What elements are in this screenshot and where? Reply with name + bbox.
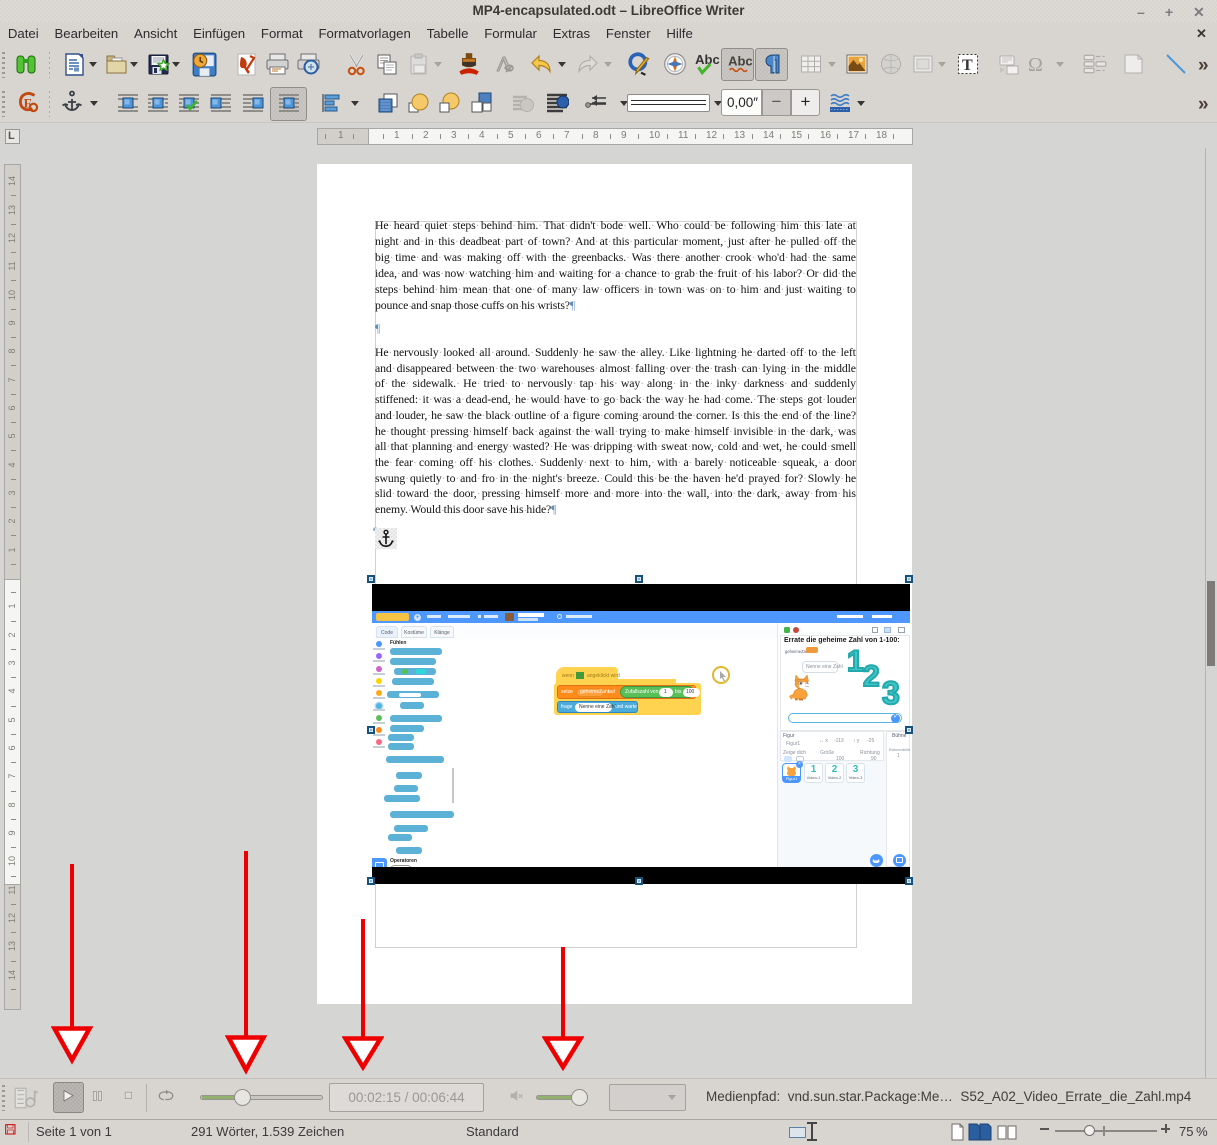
svg-text:T: T xyxy=(962,57,973,74)
svg-text:Abc: Abc xyxy=(728,54,753,69)
svg-text:Ω: Ω xyxy=(1028,54,1043,76)
svg-text:Abc: Abc xyxy=(695,52,720,67)
